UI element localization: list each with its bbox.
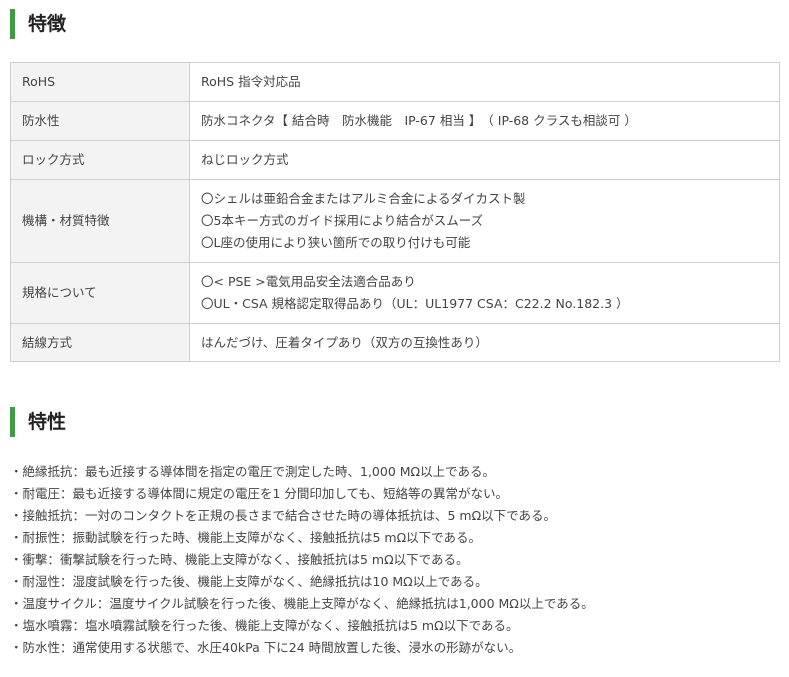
row-value-line: 防水コネクタ【 結合時 防水機能 IP-67 相当 】 （ IP-68 クラスも… — [201, 113, 637, 128]
row-value: ねじロック方式 — [189, 140, 780, 180]
list-item: ・耐電圧：最も近接する導体間に規定の電圧を1 分間印加しても、短絡等の異常がない… — [10, 486, 509, 501]
row-value: 〇シェルは亜鉛合金またはアルミ合金によるダイカスト製 〇5本キー方式のガイド採用… — [189, 179, 780, 263]
characteristics-heading: 特性 — [10, 407, 66, 437]
row-value-line: 〇L座の使用により狭い箇所での取り付けも可能 — [201, 235, 471, 250]
row-value-line: 〇シェルは亜鉛合金またはアルミ合金によるダイカスト製 — [201, 191, 526, 206]
row-label: ロック方式 — [10, 140, 190, 180]
list-item: ・耐振性：振動試験を行った時、機能上支障がなく、接触抵抗は5 mΩ以下である。 — [10, 530, 482, 545]
row-value-line: 〇5本キー方式のガイド採用により結合がスムーズ — [201, 213, 484, 228]
row-value-line: ねじロック方式 — [201, 152, 289, 167]
row-value-line: はんだづけ、圧着タイプあり（双方の互換性あり） — [201, 334, 488, 350]
list-item: ・耐湿性：湿度試験を行った後、機能上支障がなく、絶縁抵抗は10 MΩ以上である。 — [10, 574, 488, 589]
features-heading: 特徴 — [10, 9, 66, 39]
row-value: 防水コネクタ【 結合時 防水機能 IP-67 相当 】 （ IP-68 クラスも… — [189, 101, 780, 141]
table-row: 結線方式 はんだづけ、圧着タイプあり（双方の互換性あり） — [10, 323, 780, 362]
table-row: 機構・材質特徴 〇シェルは亜鉛合金またはアルミ合金によるダイカスト製 〇5本キー… — [10, 179, 780, 263]
row-label: 規格について — [10, 262, 190, 324]
features-table: RoHS RoHS 指令対応品 防水性 防水コネクタ【 結合時 防水機能 IP-… — [10, 62, 780, 362]
row-label: RoHS — [10, 62, 190, 102]
row-label: 結線方式 — [10, 323, 190, 362]
list-item: ・衝撃：衝撃試験を行った時、機能上支障がなく、接触抵抗は5 mΩ以下である。 — [10, 552, 469, 567]
row-value-line: 〇< PSE >電気用品安全法適合品あり — [201, 274, 416, 289]
table-row: 規格について 〇< PSE >電気用品安全法適合品あり 〇UL・CSA 規格認定… — [10, 262, 780, 324]
characteristics-list: ・絶縁抵抗：最も近接する導体間を指定の電圧で測定した時、1,000 MΩ以上であ… — [10, 461, 594, 659]
table-row: RoHS RoHS 指令対応品 — [10, 62, 780, 102]
list-item: ・接触抵抗：一対のコンタクトを正規の長さまで結合させた時の導体抵抗は、5 mΩ以… — [10, 508, 557, 523]
list-item: ・温度サイクル：温度サイクル試験を行った後、機能上支障がなく、絶縁抵抗は1,00… — [10, 596, 594, 611]
row-value: 〇< PSE >電気用品安全法適合品あり 〇UL・CSA 規格認定取得品あり（U… — [189, 262, 780, 324]
row-label: 機構・材質特徴 — [10, 179, 190, 263]
list-item: ・防水性：通常使用する状態で、水圧40kPa 下に24 時間放置した後、浸水の形… — [10, 640, 522, 655]
table-row: ロック方式 ねじロック方式 — [10, 140, 780, 180]
table-row: 防水性 防水コネクタ【 結合時 防水機能 IP-67 相当 】 （ IP-68 … — [10, 101, 780, 141]
list-item: ・絶縁抵抗：最も近接する導体間を指定の電圧で測定した時、1,000 MΩ以上であ… — [10, 464, 495, 479]
row-value: RoHS 指令対応品 — [189, 62, 780, 102]
row-value: はんだづけ、圧着タイプあり（双方の互換性あり） — [189, 323, 780, 362]
row-label: 防水性 — [10, 101, 190, 141]
row-value-line: 〇UL・CSA 規格認定取得品あり（UL：UL1977 CSA：C22.2 No… — [201, 296, 629, 311]
list-item: ・塩水噴霧：塩水噴霧試験を行った後、機能上支障がなく、接触抵抗は5 mΩ以下であ… — [10, 618, 519, 633]
row-value-line: RoHS 指令対応品 — [201, 74, 301, 89]
